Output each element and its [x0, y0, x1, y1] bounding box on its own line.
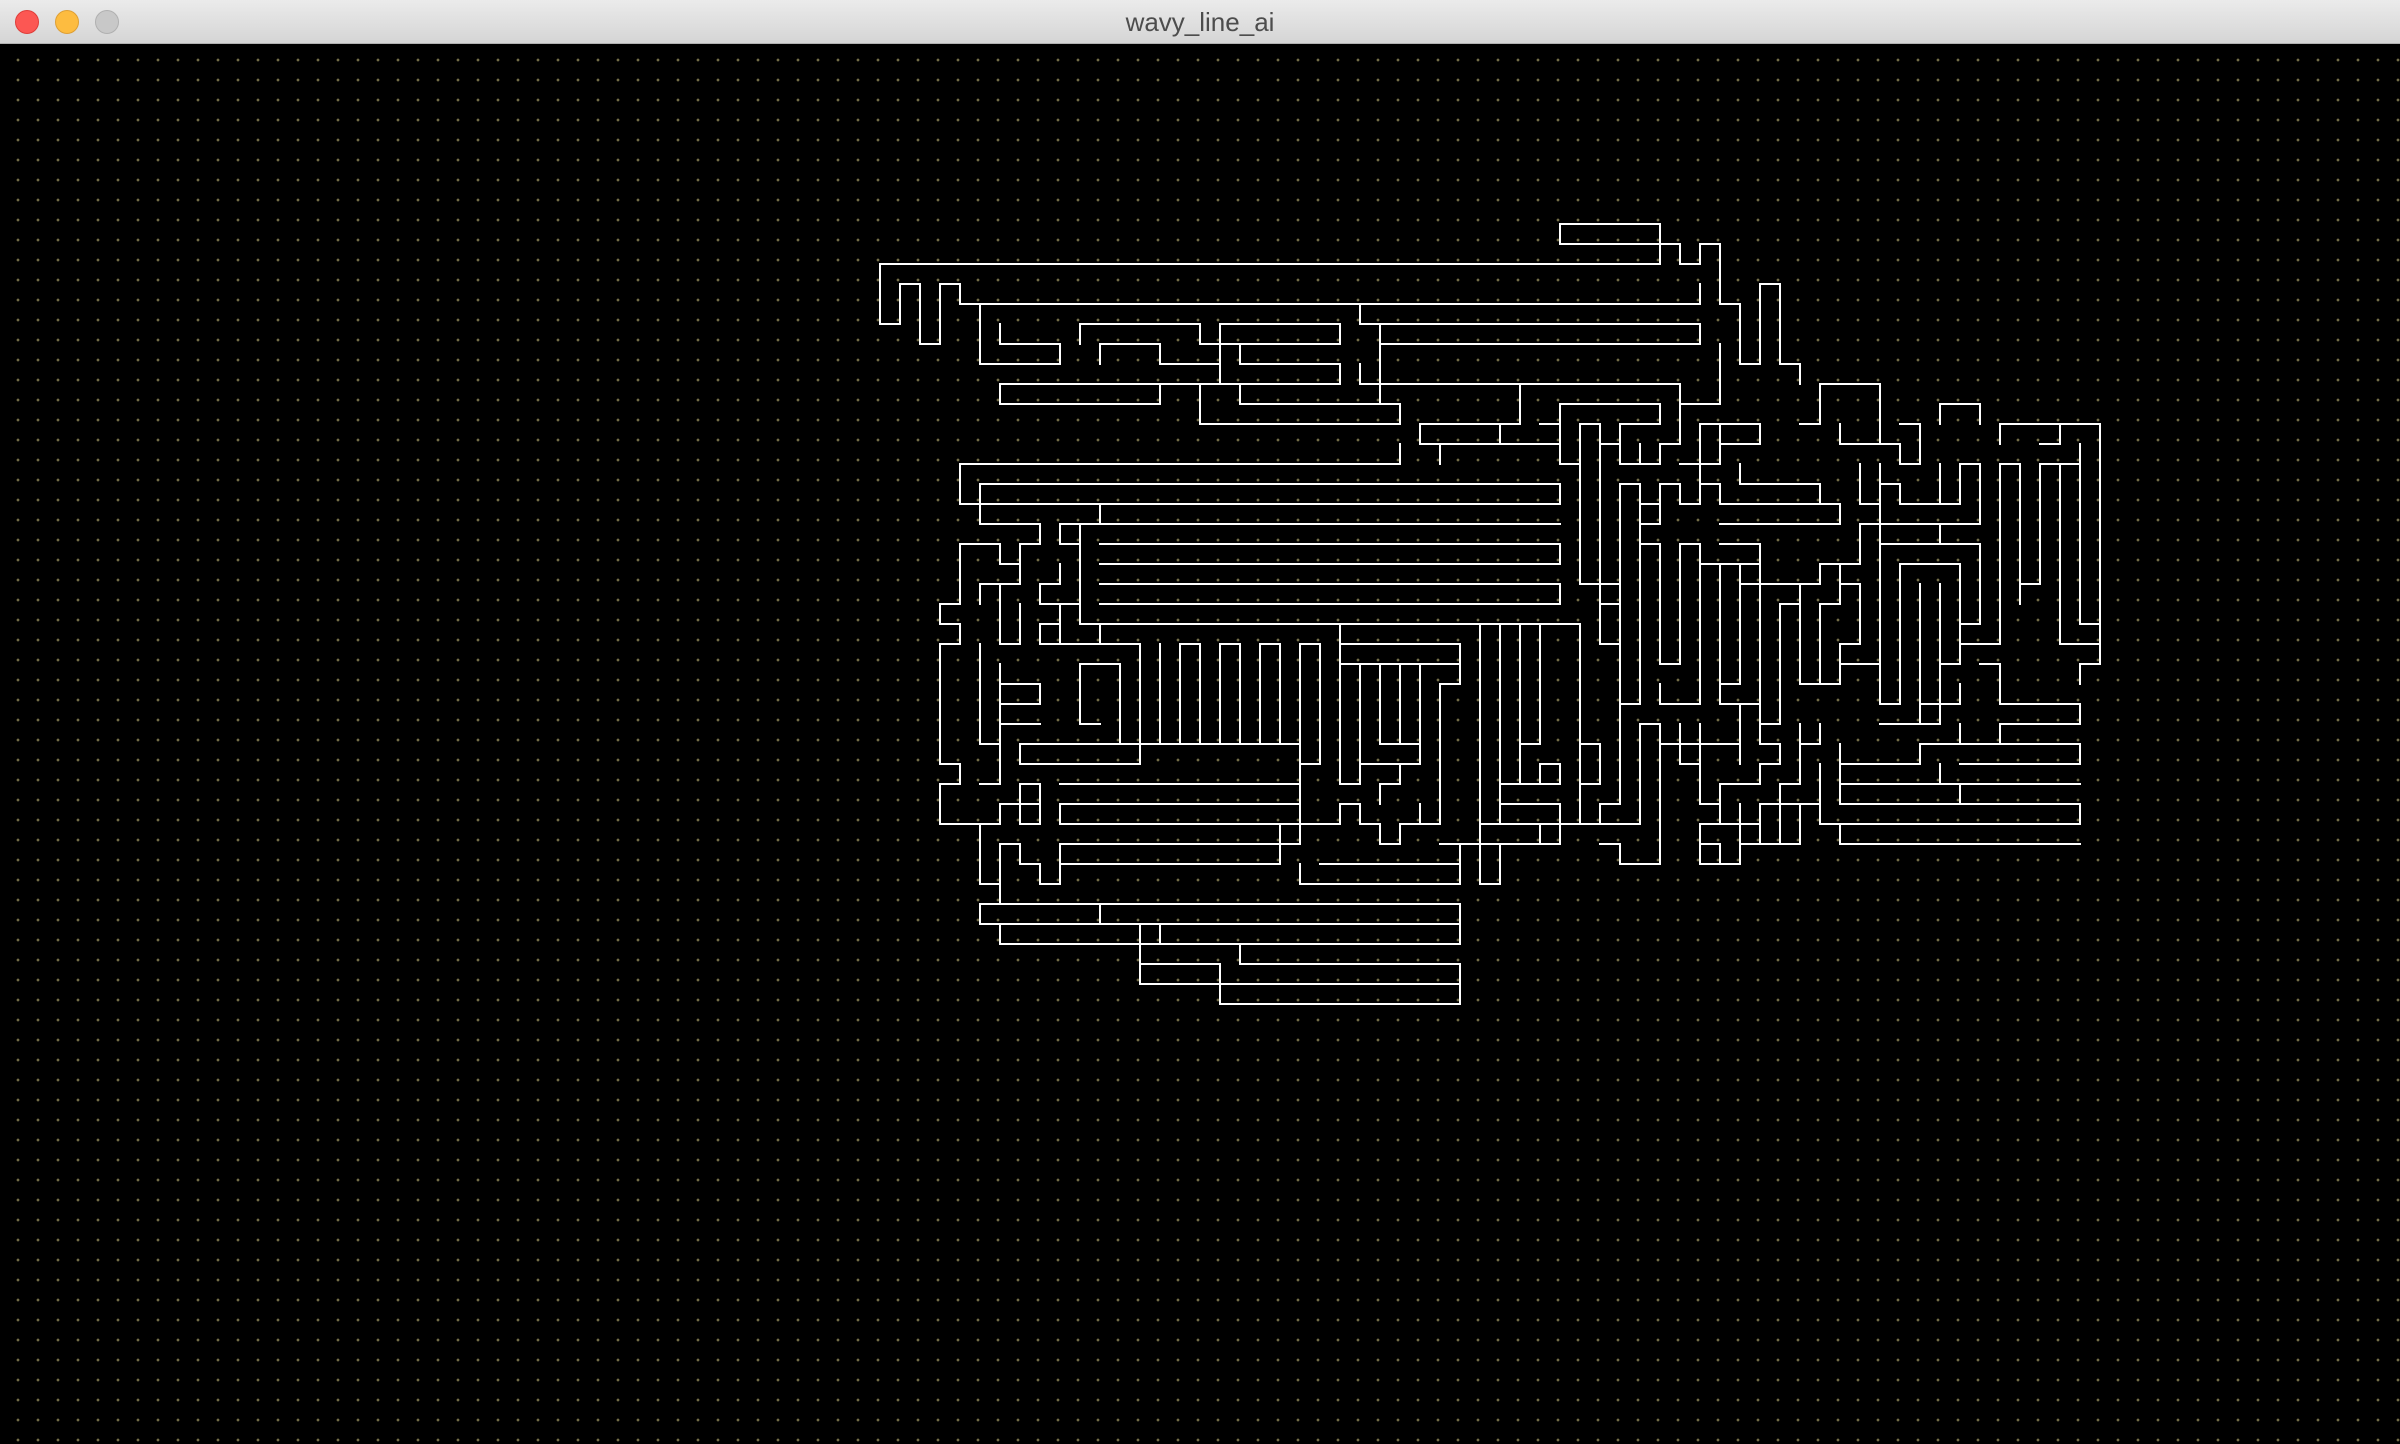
maze-segment	[1999, 423, 2061, 445]
maze-segment	[1139, 923, 1161, 965]
maze-segment	[1339, 623, 1461, 665]
maze-segment	[1619, 423, 1661, 445]
maze-segment	[1159, 643, 1321, 765]
maze-segment	[1459, 823, 1481, 845]
maze-segment	[1579, 423, 1601, 585]
maze-segment	[1879, 563, 1901, 705]
window-title: wavy_line_ai	[1125, 7, 1275, 37]
maze-segment	[959, 443, 1401, 465]
maze-segment	[1219, 983, 1461, 1005]
maze-segment	[979, 583, 1001, 625]
maze-segment	[1799, 723, 1821, 745]
maze-segment	[979, 643, 1001, 765]
maze-segment	[1059, 783, 1301, 825]
maze-segment	[1939, 763, 2081, 785]
maze-segment	[1399, 683, 1421, 765]
maze-segment	[1819, 783, 2081, 825]
maze-segment	[1059, 803, 1421, 845]
maze-segment	[1099, 923, 1461, 985]
maze-segment	[1039, 623, 1101, 645]
maze-segment	[1699, 463, 1821, 505]
drawing-canvas[interactable]	[0, 44, 2400, 1444]
maze-segment	[1719, 563, 1741, 685]
maze-segment	[1379, 323, 1401, 405]
maze-segment	[1719, 843, 1741, 865]
maze-segment	[1859, 463, 1981, 525]
maze-segment	[1959, 743, 2081, 765]
maze-segment	[1639, 503, 1661, 525]
maze-segment	[1099, 543, 1561, 565]
maze-segment	[1339, 663, 1361, 785]
maze-segment	[1699, 803, 1721, 865]
maze-segment	[979, 323, 1061, 365]
maze-segment	[1859, 463, 1881, 505]
wavy-line-maze	[879, 223, 2101, 1005]
maze-segment	[1859, 423, 1921, 465]
maze-segment	[1599, 443, 1641, 465]
maze-segment	[1079, 543, 1101, 625]
maze-segment	[1479, 623, 1581, 825]
maze-segment	[1939, 403, 1981, 425]
maze-segment	[1779, 523, 1861, 585]
maze-segment	[1439, 423, 1501, 465]
maze-segment	[1499, 743, 1561, 825]
maze-segment	[2059, 423, 2101, 625]
maze-segment	[979, 823, 1061, 885]
maze-segment	[979, 783, 1041, 825]
title-bar[interactable]: wavy_line_ai	[0, 0, 2400, 44]
maze-segment	[1479, 743, 1601, 845]
maze-segment	[1939, 583, 1961, 705]
maze-segment	[1879, 503, 1981, 625]
maze-segment	[1059, 843, 1281, 865]
maze-segment	[999, 343, 1221, 405]
maze-segment	[999, 683, 1041, 725]
maze-segment	[1839, 823, 2081, 845]
maze-segment	[1719, 503, 1841, 525]
maze-segment	[1579, 803, 1601, 825]
maze-segment	[1399, 343, 1721, 405]
maze-segment	[1739, 563, 1801, 725]
maze-segment	[1359, 763, 1401, 805]
maze-segment	[1099, 583, 1561, 605]
maze-segment	[939, 463, 1561, 825]
maze-segment	[1959, 443, 2081, 665]
maze-segment	[999, 923, 1221, 985]
maze-segment	[999, 603, 1021, 645]
maze-segment	[1379, 663, 1421, 745]
maze-segment	[1839, 423, 1861, 445]
maze-segment	[1039, 563, 1081, 645]
maze-segment	[1879, 703, 1921, 725]
app-window: wavy_line_ai	[0, 0, 2400, 1444]
maze-segment	[1879, 463, 1941, 505]
maze-segment	[1659, 723, 1681, 745]
maze-segment	[1979, 663, 2081, 745]
maze-segment	[2059, 643, 2101, 685]
maze-segment	[1619, 523, 1641, 705]
maze-segment	[1839, 723, 1961, 765]
maze-segment	[1419, 663, 1461, 825]
maze-segment	[1779, 803, 1801, 845]
maze-segment	[979, 663, 1001, 785]
maze-segment	[1599, 583, 1621, 605]
maze-segment	[879, 223, 1701, 345]
maze-segment	[979, 883, 1461, 925]
